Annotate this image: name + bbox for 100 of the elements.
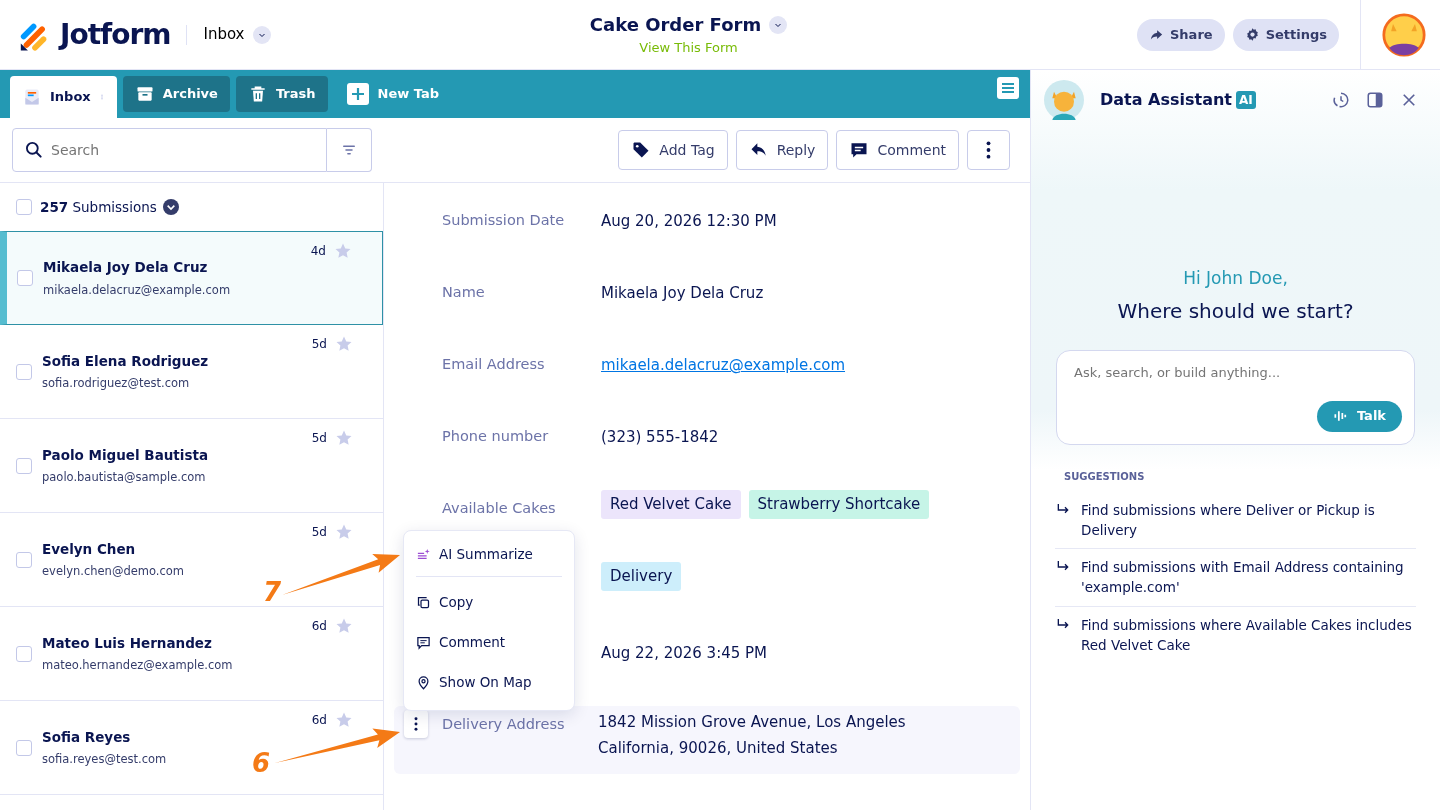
location-pin-icon [416,674,431,690]
assistant-avatar [1044,80,1084,120]
checkbox[interactable] [16,363,32,380]
settings-button[interactable]: Settings [1232,18,1339,51]
submission-count: 257 Submissions [40,197,157,217]
option-tag: Delivery [601,562,682,591]
star-icon[interactable] [335,617,353,635]
checkbox[interactable] [16,551,32,568]
tag-button[interactable]: Add Tag [618,130,728,170]
inbox-icon [22,87,42,107]
submission-item[interactable]: Sofia Elena Rodriguez sofia.rodriguez@test.com 5d [0,325,383,419]
comment-icon [416,634,431,650]
submitter-email: evelyn.chen@demo.com [42,563,184,580]
submitter-email: sofia.reyes@test.com [42,751,167,768]
comment-icon [849,140,870,160]
submitter-email: paolo.bautista@sample.com [42,469,207,486]
submitter-email: mateo.hernandez@example.com [42,657,233,674]
submission-item[interactable]: Mikaela Joy Dela Cruz mikaela.delacruz@example.com 4d [0,231,383,325]
submission-item[interactable]: Mateo Luis Hernandez mateo.hernandez@example.com 6d [0,607,383,701]
menu-item[interactable]: AI Summarize [416,539,562,569]
time-ago: 5d [311,336,327,353]
star-icon[interactable] [335,711,353,729]
field-label: Submission Date [442,211,566,230]
close-icon[interactable] [1400,91,1418,109]
greeting: Hi John Doe, [1182,267,1289,290]
tab[interactable]: Archive [122,76,230,112]
option-tag: Strawberry Shortcake [748,490,930,519]
submitter-email: sofia.rodriguez@test.com [42,375,191,392]
address-value: 1842 Mission Grove Avenue, Los Angeles California, 90026, United States [598,712,906,759]
time-ago: 6d [311,618,327,635]
star-icon[interactable] [335,335,353,353]
field-value: Aug 22, 2026 3:45 PM [601,643,768,664]
menu-item[interactable]: Show On Map [416,662,562,702]
menu-item[interactable]: Comment [416,622,562,662]
plus-icon [345,82,370,106]
copy-icon [416,594,431,610]
greeting-question: Where should we start? [1116,297,1355,325]
brand-name: Jotform [60,16,171,53]
submitter-name: Sofia Elena Rodriguez [42,351,209,371]
more-button[interactable] [967,130,1010,170]
field-label: Available Cakes [442,499,557,518]
submission-item[interactable]: Paolo Miguel Bautista paolo.bautista@sample.com 5d [0,419,383,513]
chevron-icon [252,25,271,44]
filter-button[interactable] [327,128,372,172]
checkbox[interactable] [17,270,33,286]
section-dropdown[interactable]: Inbox [203,23,271,46]
search-field[interactable]: Search [12,128,327,172]
field-value: Aug 20, 2026 12:30 PM [601,211,777,232]
kebab-icon [986,141,991,159]
checkbox[interactable] [16,199,32,215]
suggestion-item[interactable]: Find submissions with Email Address containing 'example.com' [1055,549,1416,607]
field-menu-button[interactable] [404,710,428,738]
time-ago: 4d [310,243,326,260]
chevron-icon[interactable] [162,199,179,215]
settings-icon [1244,27,1260,42]
assistant-title: Data Assistant [1100,89,1232,111]
field-label: Phone number [442,427,550,446]
history-icon[interactable] [1332,91,1350,109]
voice-icon [1332,409,1347,423]
callout-number: 7 [263,579,282,605]
callout-number: 6 [252,750,271,776]
submitter-name: Mikaela Joy Dela Cruz [43,258,209,278]
field-label: Delivery Address [442,715,566,734]
email-link[interactable]: mikaela.delacruz@example.com [601,354,846,377]
search-icon [24,140,44,160]
comment-button[interactable]: Comment [836,130,959,170]
field-label: Email Address [442,355,546,374]
field-value: Mikaela Joy Dela Cruz [601,283,764,304]
time-ago: 6d [311,712,327,729]
suggestion-item[interactable]: Find submissions where Available Cakes includes Red Velvet Cake [1055,606,1416,663]
star-icon[interactable] [334,242,352,260]
menu-icon[interactable] [996,76,1020,100]
submitter-email: mikaela.delacruz@example.com [43,281,231,299]
tab[interactable]: Trash [235,76,328,112]
star-icon[interactable] [335,523,353,541]
submitter-name: Mateo Luis Hernandez [42,633,213,653]
submitter-name: Paolo Miguel Bautista [42,445,209,465]
share-icon [1149,27,1164,42]
sidebar-icon[interactable] [1366,91,1384,109]
option-tag: Red Velvet Cake [601,490,741,519]
checkbox[interactable] [16,739,32,756]
reply-button[interactable]: Reply [735,130,829,170]
tab[interactable]: Inbox [10,76,117,118]
user-avatar [1382,12,1426,57]
checkbox[interactable] [16,457,32,474]
suggestion-item[interactable]: Find submissions where Deliver or Pickup is Delivery [1055,491,1416,549]
ai-badge: AI [1236,91,1256,109]
field-value: (323) 555-1842 [601,427,719,448]
menu-item[interactable]: Copy [416,582,562,622]
form-title: Cake Order Form [589,13,762,38]
submitter-name: Evelyn Chen [42,539,137,559]
checkbox[interactable] [16,645,32,662]
time-ago: 5d [311,430,327,447]
submitter-name: Sofia Reyes [42,727,132,747]
suggestions-heading: SUGGESTIONS [1064,469,1146,484]
time-ago: 5d [311,524,327,541]
share-button[interactable]: Share [1137,18,1225,51]
star-icon[interactable] [335,429,353,447]
field-label: Name [442,283,486,302]
kebab-icon [414,717,418,731]
